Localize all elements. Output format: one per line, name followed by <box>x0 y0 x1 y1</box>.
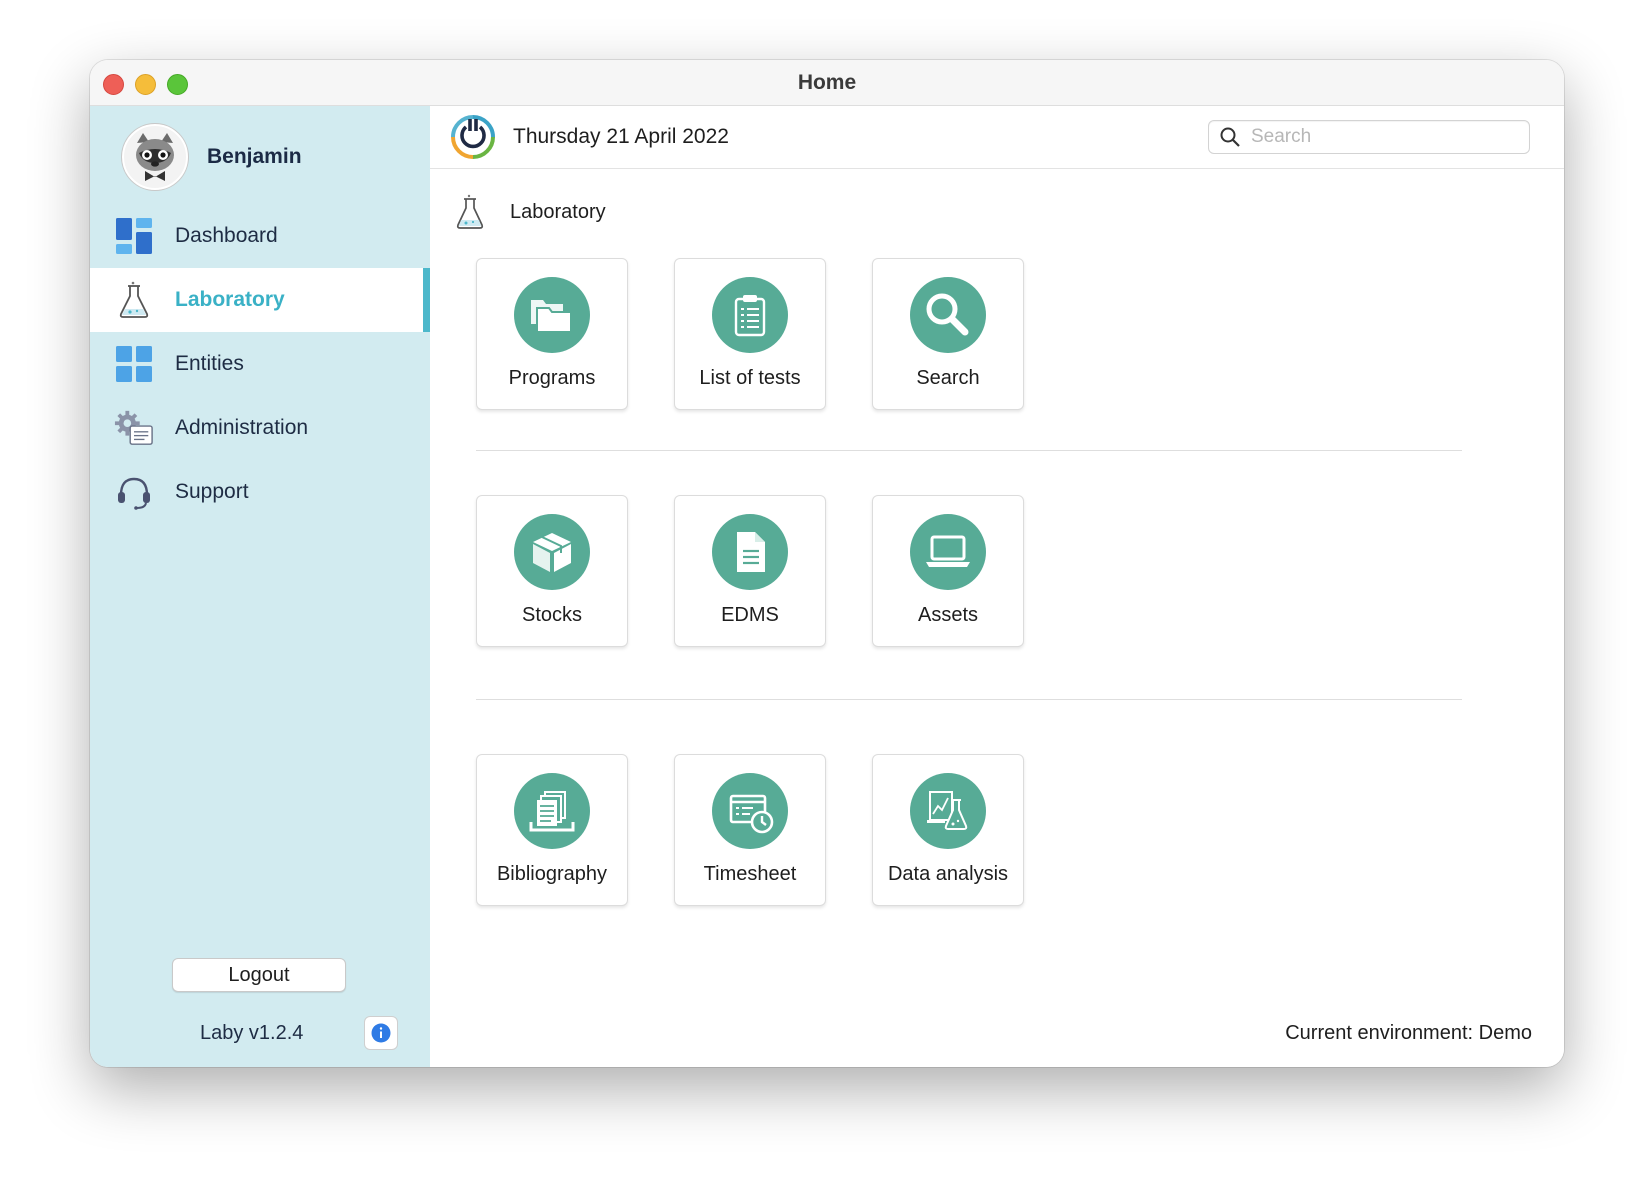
sidebar-item-laboratory[interactable]: Laboratory <box>90 268 430 332</box>
document-icon <box>712 514 788 590</box>
grid-icon <box>114 344 154 384</box>
flask-icon <box>456 194 484 229</box>
sidebar-item-administration[interactable]: Administration <box>90 396 430 460</box>
clipboard-list-icon <box>712 277 788 353</box>
sidebar-item-label: Administration <box>175 416 309 439</box>
tile-label: Data analysis <box>887 863 1009 885</box>
tile-stocks[interactable]: Stocks <box>476 495 628 647</box>
tile-bibliography[interactable]: Bibliography <box>476 754 628 906</box>
tile-data-analysis[interactable]: Data analysis <box>872 754 1024 906</box>
logout-button[interactable]: Logout <box>172 958 346 992</box>
avatar[interactable] <box>122 124 188 190</box>
user-profile[interactable]: Benjamin <box>122 124 302 190</box>
tile-label: List of tests <box>699 367 801 389</box>
tile-edms[interactable]: EDMS <box>674 495 826 647</box>
search-input[interactable] <box>1249 125 1513 149</box>
dashboard-icon <box>114 216 154 256</box>
tile-label: Timesheet <box>703 863 797 885</box>
user-name: Benjamin <box>207 145 302 168</box>
section-header: Laboratory <box>454 192 606 232</box>
tile-label: Bibliography <box>496 863 608 885</box>
folders-icon <box>514 277 590 353</box>
tile-label: Search <box>916 367 980 389</box>
sidebar-item-entities[interactable]: Entities <box>90 332 430 396</box>
tile-programs[interactable]: Programs <box>476 258 628 410</box>
info-button[interactable] <box>364 1016 398 1050</box>
top-bar: Thursday 21 April 2022 <box>430 106 1564 169</box>
sidebar-item-dashboard[interactable]: Dashboard <box>90 204 430 268</box>
tile-label: Stocks <box>521 604 583 626</box>
tile-label: Programs <box>508 367 596 389</box>
magnifier-icon <box>910 277 986 353</box>
tile-search[interactable]: Search <box>872 258 1024 410</box>
tile-list-of-tests[interactable]: List of tests <box>674 258 826 410</box>
laptop-icon <box>910 514 986 590</box>
sidebar-item-label: Support <box>175 480 249 503</box>
gear-document-icon <box>114 408 154 448</box>
current-date: Thursday 21 April 2022 <box>513 125 729 148</box>
tile-timesheet[interactable]: Timesheet <box>674 754 826 906</box>
row-divider <box>476 450 1462 451</box>
info-icon <box>371 1023 391 1043</box>
tile-assets[interactable]: Assets <box>872 495 1024 647</box>
app-version: Laby v1.2.4 <box>200 1022 304 1044</box>
raccoon-avatar-icon <box>136 133 174 181</box>
sidebar-item-label: Laboratory <box>175 288 285 311</box>
box-icon <box>514 514 590 590</box>
sidebar-item-label: Entities <box>175 352 244 375</box>
title-bar: Home <box>90 60 1564 106</box>
sidebar-item-support[interactable]: Support <box>90 460 430 524</box>
search-box[interactable] <box>1208 120 1530 154</box>
current-environment: Current environment: Demo <box>1285 1022 1532 1044</box>
search-icon <box>1220 127 1240 147</box>
sidebar-item-label: Dashboard <box>175 224 278 247</box>
main-content: Thursday 21 April 2022 Laboratory <box>430 106 1564 1067</box>
sidebar-nav: Dashboard Laboratory Entities Administra… <box>90 204 430 524</box>
headset-icon <box>114 472 154 512</box>
tile-label: EDMS <box>721 604 779 626</box>
section-title: Laboratory <box>510 200 606 223</box>
papers-stack-icon <box>514 773 590 849</box>
window-title: Home <box>797 71 857 94</box>
app-window: Home Benjamin Dashboard Laboratory Entit… <box>90 60 1564 1067</box>
chart-flask-icon <box>910 773 986 849</box>
tile-label: Assets <box>917 604 979 626</box>
app-logo-icon <box>451 115 495 159</box>
sidebar: Benjamin Dashboard Laboratory Entities A… <box>90 106 430 1067</box>
calendar-clock-icon <box>712 773 788 849</box>
flask-icon <box>114 280 154 320</box>
row-divider <box>476 699 1462 700</box>
